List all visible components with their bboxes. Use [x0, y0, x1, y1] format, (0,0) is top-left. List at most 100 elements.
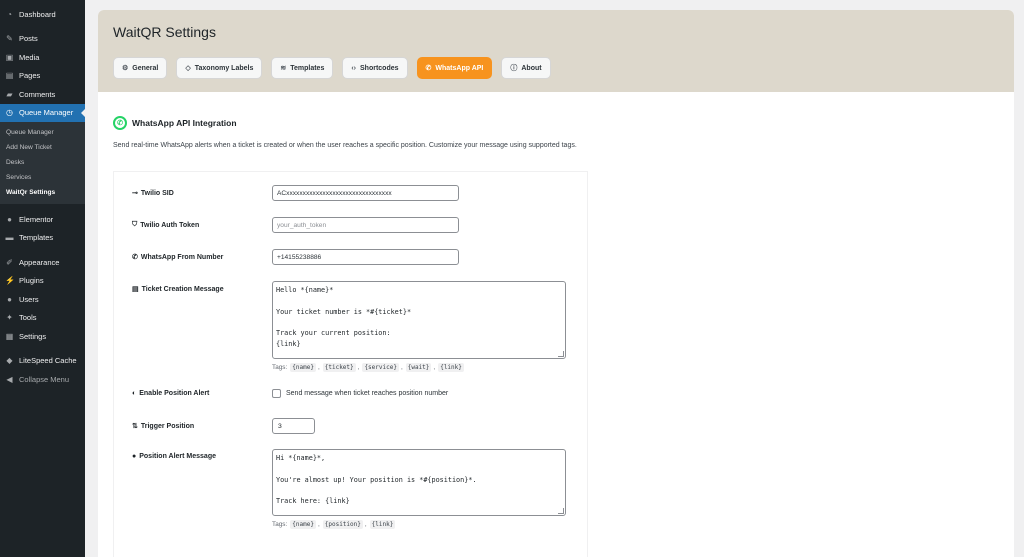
sidebar-item-comments[interactable]: ▰ Comments	[0, 85, 85, 104]
sidebar-item-label: Dashboard	[19, 9, 56, 19]
twilio-auth-token-input[interactable]: your_auth_token	[272, 217, 459, 233]
sidebar-item-label: Elementor	[19, 214, 54, 224]
sidebar-item-appearance[interactable]: ✐ Appearance	[0, 253, 85, 272]
position-alert-message-label: ● Position Alert Message	[132, 449, 272, 460]
position-alert-message-textarea[interactable]: Hi *{name}*, You're almost up! Your posi…	[272, 449, 566, 516]
sidebar-item-media[interactable]: ▣ Media	[0, 48, 85, 67]
sort-icon: ⇅	[132, 423, 138, 430]
submenu-item-services[interactable]: Services	[0, 170, 85, 185]
tab-about[interactable]: ⓘ About	[501, 57, 551, 79]
label-text: Twilio Auth Token	[140, 221, 200, 229]
pin-icon: ✎	[6, 34, 13, 44]
sidebar-item-label: Tools	[19, 313, 37, 323]
sidebar-item-litespeed-cache[interactable]: ◆ LiteSpeed Cache	[0, 352, 85, 371]
message-icon: ▤	[132, 286, 139, 293]
tag-chip: {service}	[362, 363, 399, 372]
page-title: WaitQR Settings	[113, 24, 216, 40]
tag-chip: {ticket}	[322, 363, 356, 372]
collapse-icon: ◀	[6, 374, 13, 384]
sidebar-item-label: Posts	[19, 34, 38, 44]
section-title: WhatsApp API Integration	[132, 118, 237, 128]
label-text: Trigger Position	[140, 422, 195, 430]
ticket-creation-message-label: ▤ Ticket Creation Message	[132, 281, 272, 294]
label-text: Twilio SID	[140, 189, 174, 197]
tag-chip: {link}	[369, 520, 396, 529]
ticket-creation-message-textarea[interactable]: Hello *{name}* Your ticket number is *#{…	[272, 281, 566, 359]
whatsapp-from-number-label: ✆ WhatsApp From Number	[132, 249, 272, 262]
layers-icon: ≋	[280, 65, 287, 72]
section-description: Send real-time WhatsApp alerts when a ti…	[113, 142, 577, 149]
sidebar-item-plugins[interactable]: ⚡ Plugins	[0, 272, 85, 291]
tag-chip: {position}	[322, 520, 363, 529]
phone-icon: ✆	[132, 254, 138, 261]
litespeed-icon: ◆	[6, 356, 13, 366]
sidebar-item-settings[interactable]: ▦ Settings	[0, 327, 85, 346]
tab-label: WhatsApp API	[435, 64, 484, 72]
info-icon: ⓘ	[510, 65, 518, 72]
folder-icon: ▬	[5, 233, 14, 243]
whatsapp-from-number-input[interactable]: +14155238886	[272, 249, 459, 265]
label-text: Enable Position Alert	[139, 390, 210, 397]
tab-label: Shortcodes	[360, 64, 399, 72]
position-alert-checkbox[interactable]	[272, 389, 281, 398]
settings-icon: ▦	[5, 331, 14, 341]
submenu-item-queue-manager[interactable]: Queue Manager	[0, 125, 85, 140]
elementor-icon: ●	[7, 214, 12, 224]
comment-icon: ▰	[6, 89, 13, 99]
sidebar-item-label: Media	[19, 52, 40, 62]
ticket-message-tags: Tags: {name}, {ticket}, {service}, {wait…	[272, 363, 464, 372]
input-value: 3	[278, 422, 282, 430]
tag-icon: ◇	[185, 65, 191, 72]
tab-whatsapp-api[interactable]: ✆ WhatsApp API	[416, 57, 493, 79]
settings-panel: WaitQR Settings ⚙ General ◇ Taxonomy Label…	[98, 10, 1014, 557]
sidebar-item-elementor[interactable]: ● Elementor	[0, 210, 85, 229]
tag-chip: {wait}	[405, 363, 432, 372]
twilio-sid-input[interactable]: ACxxxxxxxxxxxxxxxxxxxxxxxxxxxxxxxx	[272, 185, 459, 201]
sidebar-item-queue-manager[interactable]: ◷ Queue Manager	[0, 103, 85, 122]
shield-icon: ⛉	[132, 221, 138, 228]
label-text: Ticket Creation Message	[141, 285, 224, 293]
tag-chip: {link}	[438, 363, 464, 372]
sidebar-item-label: Comments	[19, 89, 56, 99]
submenu-item-desks[interactable]: Desks	[0, 155, 85, 170]
enable-position-alert-label: ◐ Enable Position Alert	[132, 386, 272, 397]
tab-templates[interactable]: ≋ Templates	[271, 57, 334, 79]
settings-header: WaitQR Settings ⚙ General ◇ Taxonomy Label…	[98, 10, 1014, 92]
tab-shortcodes[interactable]: ‹› Shortcodes	[342, 57, 408, 79]
dashboard-icon: ◔	[7, 9, 12, 19]
collapse-menu-button[interactable]: ◀ Collapse Menu	[0, 370, 85, 389]
sidebar-item-tools[interactable]: ✦ Tools	[0, 309, 85, 328]
tab-general[interactable]: ⚙ General	[113, 57, 168, 79]
sidebar-item-label: Users	[19, 294, 39, 304]
sidebar-item-dashboard[interactable]: ◔ Dashboard	[0, 5, 85, 24]
brush-icon: ✐	[6, 257, 13, 267]
sidebar-item-label: Plugins	[19, 276, 44, 286]
tags-label: Tags:	[272, 521, 288, 528]
twilio-sid-label: ⊸ Twilio SID	[132, 185, 272, 198]
wrench-icon: ✦	[6, 313, 13, 323]
key-icon: ⊸	[132, 190, 138, 197]
sidebar-item-users[interactable]: ● Users	[0, 290, 85, 309]
position-message-tags: Tags: {name}, {position}, {link}	[272, 520, 396, 529]
sidebar-item-label: Pages	[19, 71, 41, 81]
whatsapp-settings-form: ⊸ Twilio SID ACxxxxxxxxxxxxxxxxxxxxxxxxxx…	[113, 171, 588, 557]
sidebar-item-pages[interactable]: ▤ Pages	[0, 67, 85, 86]
trigger-position-input[interactable]: 3	[272, 418, 315, 434]
position-alert-checkbox-row[interactable]: Send message when ticket reaches positio…	[272, 386, 448, 398]
twilio-auth-token-label: ⛉ Twilio Auth Token	[132, 217, 272, 229]
submenu-item-waitqr-settings[interactable]: WaitQr Settings	[0, 185, 85, 200]
label-text: Position Alert Message	[139, 453, 216, 460]
submenu-item-add-new-ticket[interactable]: Add New Ticket	[0, 140, 85, 155]
sidebar-item-label: Templates	[19, 233, 54, 243]
gear-icon: ⚙	[122, 65, 129, 72]
tab-taxonomy-labels[interactable]: ◇ Taxonomy Labels	[176, 57, 263, 79]
label-text: WhatsApp From Number	[140, 253, 224, 261]
section-heading: ✆ WhatsApp API Integration	[113, 116, 999, 130]
trigger-position-label: ⇅ Trigger Position	[132, 418, 272, 431]
input-value: ACxxxxxxxxxxxxxxxxxxxxxxxxxxxxxxxx	[277, 189, 392, 197]
tag-chip: {name}	[290, 363, 316, 372]
sidebar-item-posts[interactable]: ✎ Posts	[0, 30, 85, 49]
pages-icon: ▤	[5, 71, 14, 81]
tab-label: Taxonomy Labels	[194, 64, 254, 72]
sidebar-item-templates[interactable]: ▬ Templates	[0, 229, 85, 248]
